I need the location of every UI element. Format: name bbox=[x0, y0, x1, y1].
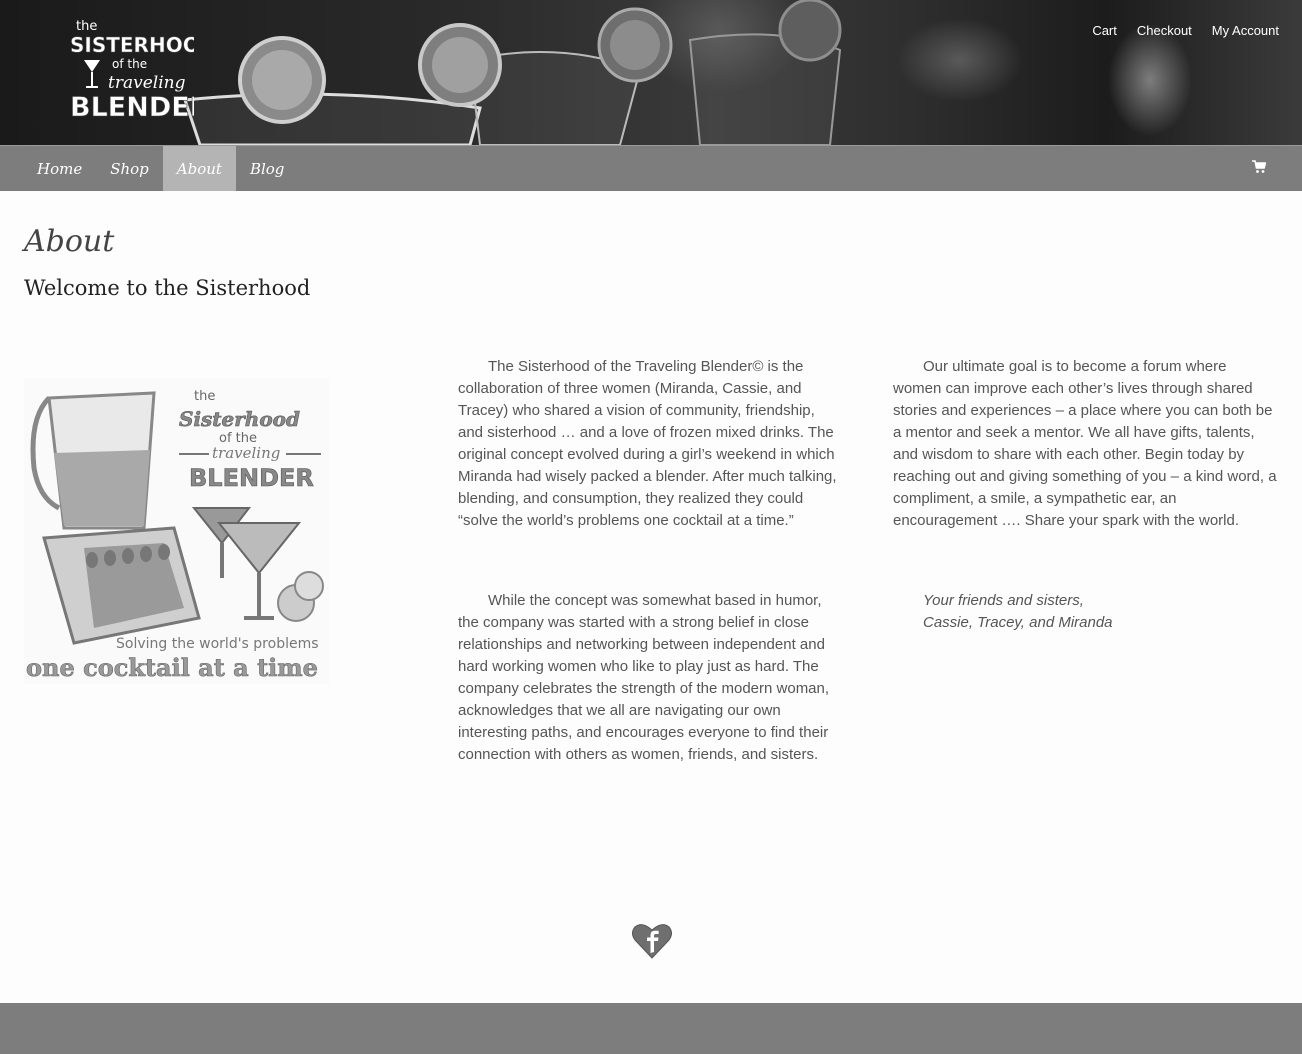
account-links: Cart Checkout My Account bbox=[1092, 23, 1279, 38]
signoff-line-2: Cassie, Tracey, and Miranda bbox=[923, 614, 1113, 631]
nav-item-home[interactable]: Home bbox=[23, 146, 96, 191]
site-logo[interactable]: the SISTERHOOD of the traveling BLENDER bbox=[64, 12, 194, 124]
about-paragraph-1: The Sisterhood of the Traveling Blender©… bbox=[458, 358, 837, 529]
svg-text:BLENDER: BLENDER bbox=[189, 464, 314, 492]
my-account-link[interactable]: My Account bbox=[1212, 23, 1279, 38]
signoff: Your friends and sisters, Cassie, Tracey… bbox=[893, 590, 1278, 634]
signoff-line-1: Your friends and sisters, bbox=[923, 592, 1084, 609]
svg-text:Sisterhood: Sisterhood bbox=[179, 407, 300, 431]
svg-text:the: the bbox=[76, 19, 97, 34]
about-paragraph-3: Our ultimate goal is to become a forum w… bbox=[893, 358, 1277, 529]
nav-item-shop[interactable]: Shop bbox=[96, 146, 163, 191]
page-footer bbox=[0, 1003, 1302, 1054]
cocktail-glasses-photo bbox=[182, 0, 842, 145]
svg-text:traveling: traveling bbox=[212, 444, 280, 462]
header-banner: the SISTERHOOD of the traveling BLENDER … bbox=[0, 0, 1302, 145]
page-subtitle: Welcome to the Sisterhood bbox=[24, 276, 311, 300]
checkout-link[interactable]: Checkout bbox=[1137, 23, 1192, 38]
page-title: About bbox=[24, 224, 115, 259]
about-column-right: Our ultimate goal is to become a forum w… bbox=[893, 356, 1278, 631]
svg-text:one cocktail at a time: one cocktail at a time bbox=[26, 653, 318, 682]
svg-text:the: the bbox=[194, 389, 215, 404]
nav-item-blog[interactable]: Blog bbox=[236, 146, 298, 191]
main-nav: Home Shop About Blog bbox=[0, 145, 1302, 191]
sisterhood-blender-graphic: the Sisterhood of the traveling BLENDER … bbox=[24, 378, 329, 684]
about-paragraph-2: While the concept was somewhat based in … bbox=[458, 592, 830, 763]
svg-text:Solving the world's problems: Solving the world's problems bbox=[116, 636, 319, 652]
facebook-heart-icon[interactable] bbox=[632, 923, 672, 959]
svg-text:traveling: traveling bbox=[108, 73, 186, 93]
svg-text:SISTERHOOD: SISTERHOOD bbox=[70, 33, 194, 57]
svg-text:BLENDER: BLENDER bbox=[70, 92, 194, 123]
nav-item-about[interactable]: About bbox=[162, 146, 236, 191]
shopping-cart-icon[interactable] bbox=[1252, 160, 1266, 174]
svg-text:of the: of the bbox=[112, 57, 147, 71]
cart-link[interactable]: Cart bbox=[1092, 23, 1117, 38]
about-column-left: The Sisterhood of the Traveling Blender©… bbox=[458, 356, 843, 763]
